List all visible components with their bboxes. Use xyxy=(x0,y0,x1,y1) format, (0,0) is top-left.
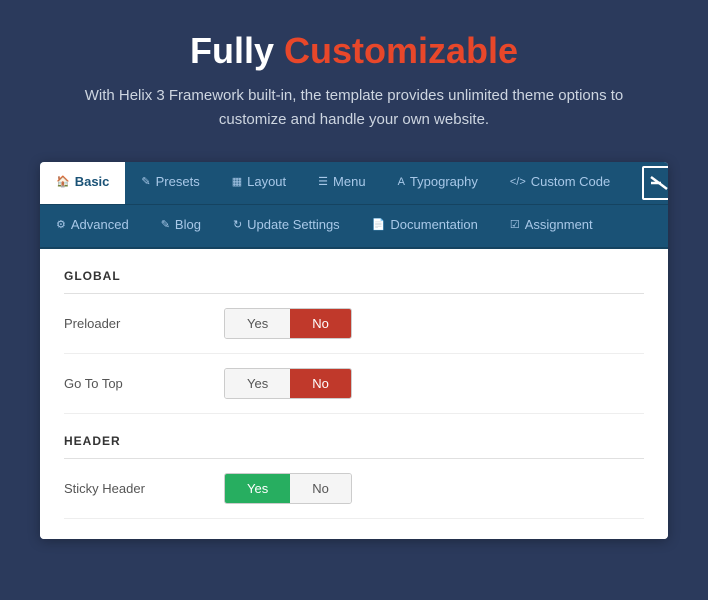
tab-typography-label: Typography xyxy=(410,174,478,189)
tab-update-settings-label: Update Settings xyxy=(247,217,340,232)
update-icon: ↻ xyxy=(233,218,242,231)
tab-custom-code-label: Custom Code xyxy=(531,174,610,189)
go-to-top-label: Go To Top xyxy=(64,376,224,391)
panel-content: GLOBAL Preloader Yes No Go To Top Yes No… xyxy=(40,249,668,539)
tab-presets-label: Presets xyxy=(156,174,200,189)
go-to-top-row: Go To Top Yes No xyxy=(64,354,644,414)
header-section-label: HEADER xyxy=(64,434,644,459)
home-icon: 🏠 xyxy=(56,175,70,188)
code-icon: </> xyxy=(510,176,526,188)
helix-logo-icon xyxy=(647,171,668,195)
tab-menu[interactable]: ☰ Menu xyxy=(302,162,381,204)
tab-basic-label: Basic xyxy=(75,174,110,189)
preloader-no-button[interactable]: No xyxy=(290,309,351,338)
tabs-row-2: ⚙ Advanced ✎ Blog ↻ Update Settings 📄 Do… xyxy=(40,205,668,249)
tab-basic[interactable]: 🏠 Basic xyxy=(40,162,125,204)
sticky-header-no-button[interactable]: No xyxy=(290,474,351,503)
tab-assignment[interactable]: ☑ Assignment xyxy=(494,205,609,247)
hero-description: With Helix 3 Framework built-in, the tem… xyxy=(60,84,648,132)
helix-logo-box xyxy=(642,166,668,200)
sticky-header-label: Sticky Header xyxy=(64,481,224,496)
sticky-header-toggle: Yes No xyxy=(224,473,352,504)
tab-typography[interactable]: A Typography xyxy=(382,162,494,204)
tab-blog[interactable]: ✎ Blog xyxy=(145,205,217,247)
tabs-row-1: 🏠 Basic ✎ Presets ▦ Layout ☰ Menu A Typo… xyxy=(40,162,668,205)
presets-icon: ✎ xyxy=(141,175,150,188)
hero-section: Fully Customizable With Helix 3 Framewor… xyxy=(0,0,708,152)
tab-menu-label: Menu xyxy=(333,174,366,189)
global-section-label: GLOBAL xyxy=(64,269,644,294)
tab-custom-code[interactable]: </> Custom Code xyxy=(494,162,626,204)
tab-documentation-label: Documentation xyxy=(390,217,477,232)
sticky-header-row: Sticky Header Yes No xyxy=(64,459,644,519)
preloader-toggle: Yes No xyxy=(224,308,352,339)
go-to-top-yes-button[interactable]: Yes xyxy=(225,369,290,398)
advanced-icon: ⚙ xyxy=(56,218,66,231)
preloader-label: Preloader xyxy=(64,316,224,331)
sticky-header-yes-button[interactable]: Yes xyxy=(225,474,290,503)
typography-icon: A xyxy=(398,176,405,188)
tab-blog-label: Blog xyxy=(175,217,201,232)
hero-title-plain: Fully xyxy=(190,30,284,71)
tab-presets[interactable]: ✎ Presets xyxy=(125,162,215,204)
tab-layout[interactable]: ▦ Layout xyxy=(216,162,302,204)
tab-advanced-label: Advanced xyxy=(71,217,129,232)
helix-logo: HELIX3 FRAMEWORK xyxy=(626,162,668,204)
preloader-row: Preloader Yes No xyxy=(64,294,644,354)
tab-update-settings[interactable]: ↻ Update Settings xyxy=(217,205,356,247)
preloader-yes-button[interactable]: Yes xyxy=(225,309,290,338)
blog-icon: ✎ xyxy=(161,218,170,231)
hero-title: Fully Customizable xyxy=(60,30,648,72)
tab-documentation[interactable]: 📄 Documentation xyxy=(356,205,494,247)
go-to-top-toggle: Yes No xyxy=(224,368,352,399)
docs-icon: 📄 xyxy=(372,218,386,231)
assignment-icon: ☑ xyxy=(510,218,520,231)
tab-layout-label: Layout xyxy=(247,174,286,189)
menu-icon: ☰ xyxy=(318,175,328,188)
hero-title-highlight: Customizable xyxy=(284,30,518,71)
tab-advanced[interactable]: ⚙ Advanced xyxy=(40,205,145,247)
layout-icon: ▦ xyxy=(232,175,242,188)
tab-assignment-label: Assignment xyxy=(525,217,593,232)
settings-panel: 🏠 Basic ✎ Presets ▦ Layout ☰ Menu A Typo… xyxy=(40,162,668,539)
go-to-top-no-button[interactable]: No xyxy=(290,369,351,398)
